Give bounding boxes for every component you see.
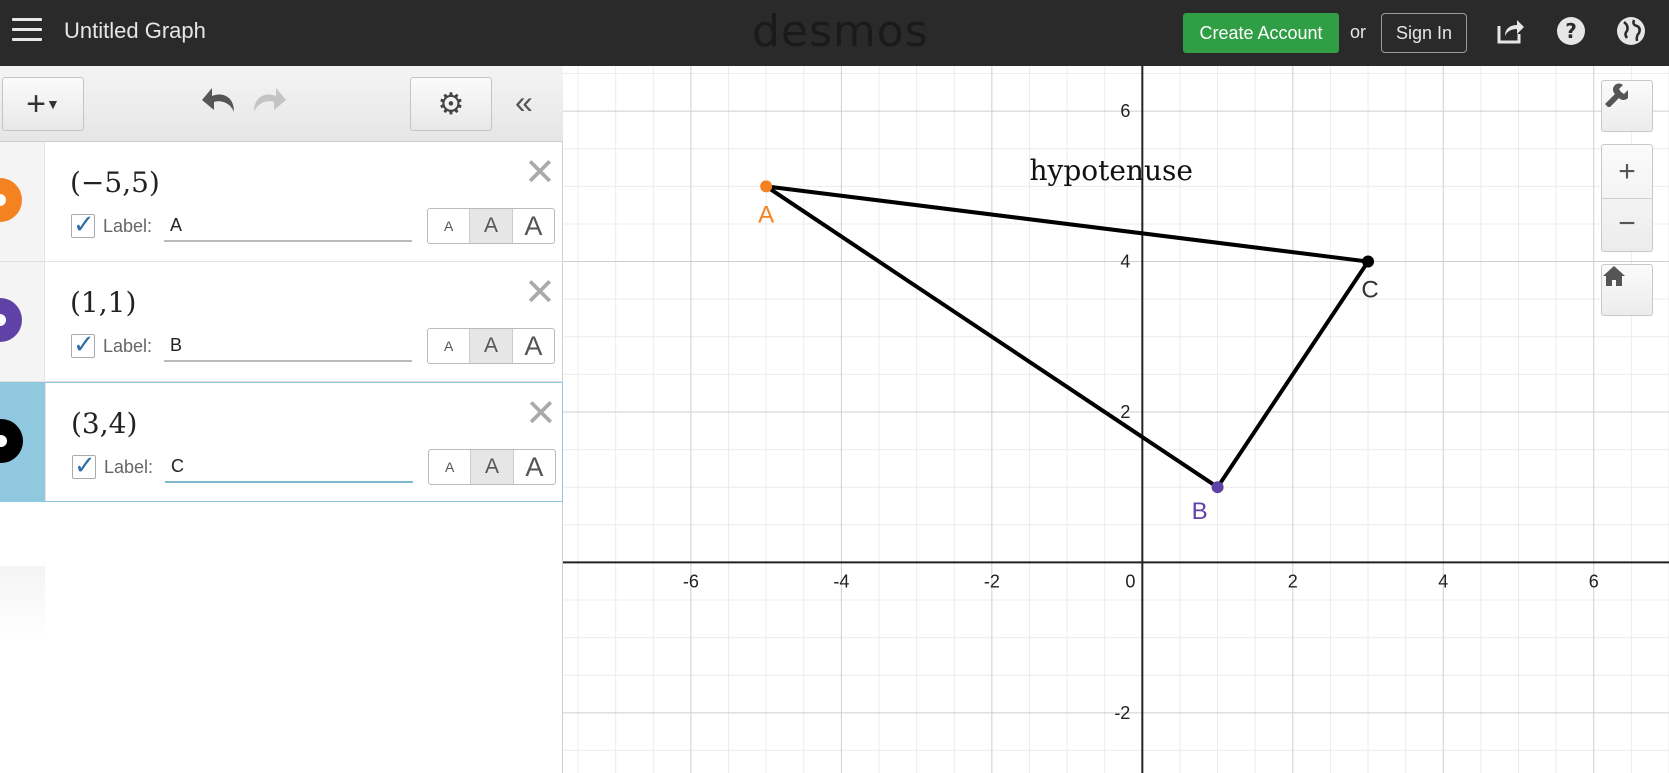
desmos-logo: desmos [752, 6, 929, 57]
default-viewport-button[interactable] [1601, 264, 1653, 316]
delete-icon[interactable]: ✕ [524, 270, 556, 314]
label-caption: Label: [104, 457, 154, 477]
label-checkbox[interactable] [71, 209, 95, 240]
x-tick-label: 0 [1125, 571, 1135, 591]
delete-icon[interactable]: ✕ [525, 391, 557, 435]
svg-text:?: ? [1565, 19, 1577, 43]
expression-item[interactable]: (3,4) ✕ Label: A A A [0, 382, 563, 502]
delete-icon[interactable]: ✕ [524, 150, 556, 194]
label-size-group: A A A [427, 208, 555, 244]
color-dot-icon[interactable] [0, 178, 22, 222]
point-C[interactable] [1362, 255, 1375, 268]
x-tick-label: -2 [984, 571, 1000, 591]
label-size-group: A A A [428, 449, 556, 485]
menu-icon[interactable] [12, 18, 42, 44]
expression-gutter [0, 383, 46, 501]
expression-item[interactable]: (1,1) ✕ Label: A A A [0, 262, 563, 382]
expression-gutter [0, 142, 45, 261]
x-tick-label: 2 [1288, 571, 1298, 591]
label-size-small-button[interactable]: A [428, 209, 471, 243]
expression-math[interactable]: (−5,5) [70, 166, 160, 199]
label-caption: Label: [103, 336, 153, 356]
undo-icon[interactable] [200, 82, 240, 127]
label-size-medium-button[interactable]: A [470, 329, 513, 363]
point-B[interactable] [1211, 481, 1224, 494]
y-tick-label: 4 [1120, 252, 1130, 272]
color-dot-icon[interactable] [0, 419, 23, 463]
label-size-large-button[interactable]: A [513, 329, 554, 363]
label-input[interactable] [164, 210, 412, 242]
zoom-out-icon[interactable]: − [1602, 199, 1652, 251]
label-checkbox[interactable] [72, 450, 96, 481]
label-size-large-button[interactable]: A [514, 450, 555, 484]
create-account-button[interactable]: Create Account [1183, 13, 1339, 53]
color-dot-icon[interactable] [0, 298, 22, 342]
label-caption: Label: [103, 216, 153, 236]
label-size-small-button[interactable]: A [428, 329, 471, 363]
hypotenuse-label: hypotenuse [1029, 153, 1193, 187]
expression-math[interactable]: (1,1) [70, 286, 136, 319]
point-A[interactable] [760, 180, 773, 193]
label-input[interactable] [165, 451, 413, 483]
expression-panel: +▼ ⚙ « (−5,5) ✕ Label: A A A (1,1) [0, 66, 563, 773]
expression-toolbar: +▼ ⚙ « [0, 66, 563, 142]
x-tick-label: -6 [683, 571, 699, 591]
point-label-A: A [758, 201, 774, 228]
help-icon[interactable]: ? [1555, 16, 1587, 48]
collapse-icon[interactable]: « [515, 84, 533, 121]
graph-title[interactable]: Untitled Graph [64, 18, 206, 44]
label-size-group: A A A [427, 328, 555, 364]
zoom-controls: + − [1601, 144, 1653, 252]
label-size-medium-button[interactable]: A [471, 450, 514, 484]
point-label-B: B [1192, 498, 1208, 525]
y-tick-label: -2 [1114, 703, 1130, 723]
share-icon[interactable] [1494, 16, 1526, 48]
redo-icon[interactable] [248, 82, 288, 127]
new-expression-gutter[interactable] [0, 566, 45, 642]
points: A B C [758, 180, 1379, 525]
expression-math[interactable]: (3,4) [71, 407, 137, 440]
sign-in-button[interactable]: Sign In [1381, 13, 1467, 53]
or-text: or [1350, 22, 1367, 42]
settings-button[interactable]: ⚙ [410, 77, 492, 131]
y-tick-label: 2 [1120, 402, 1130, 422]
zoom-in-icon[interactable]: + [1602, 145, 1652, 199]
x-tick-label: -4 [833, 571, 849, 591]
label-input[interactable] [164, 330, 412, 362]
add-item-button[interactable]: +▼ [2, 77, 84, 131]
label-checkbox[interactable] [71, 329, 95, 360]
top-bar: Untitled Graph desmos Create Account or … [0, 0, 1669, 66]
graph-settings-button[interactable] [1601, 80, 1653, 132]
expression-gutter [0, 262, 45, 381]
x-tick-label: 6 [1589, 571, 1599, 591]
y-tick-label: 6 [1120, 101, 1130, 121]
x-tick-label: 4 [1438, 571, 1448, 591]
graph-paper[interactable]: -6 -4 -2 0 2 4 6 6 4 2 -2 A B C hypotenuse + − [563, 66, 1669, 773]
gear-icon: ⚙ [437, 87, 465, 121]
expression-item[interactable]: (−5,5) ✕ Label: A A A [0, 142, 563, 262]
label-size-medium-button[interactable]: A [470, 209, 513, 243]
label-size-small-button[interactable]: A [429, 450, 472, 484]
globe-icon[interactable] [1615, 16, 1647, 48]
label-size-large-button[interactable]: A [513, 209, 554, 243]
point-label-C: C [1361, 277, 1378, 304]
